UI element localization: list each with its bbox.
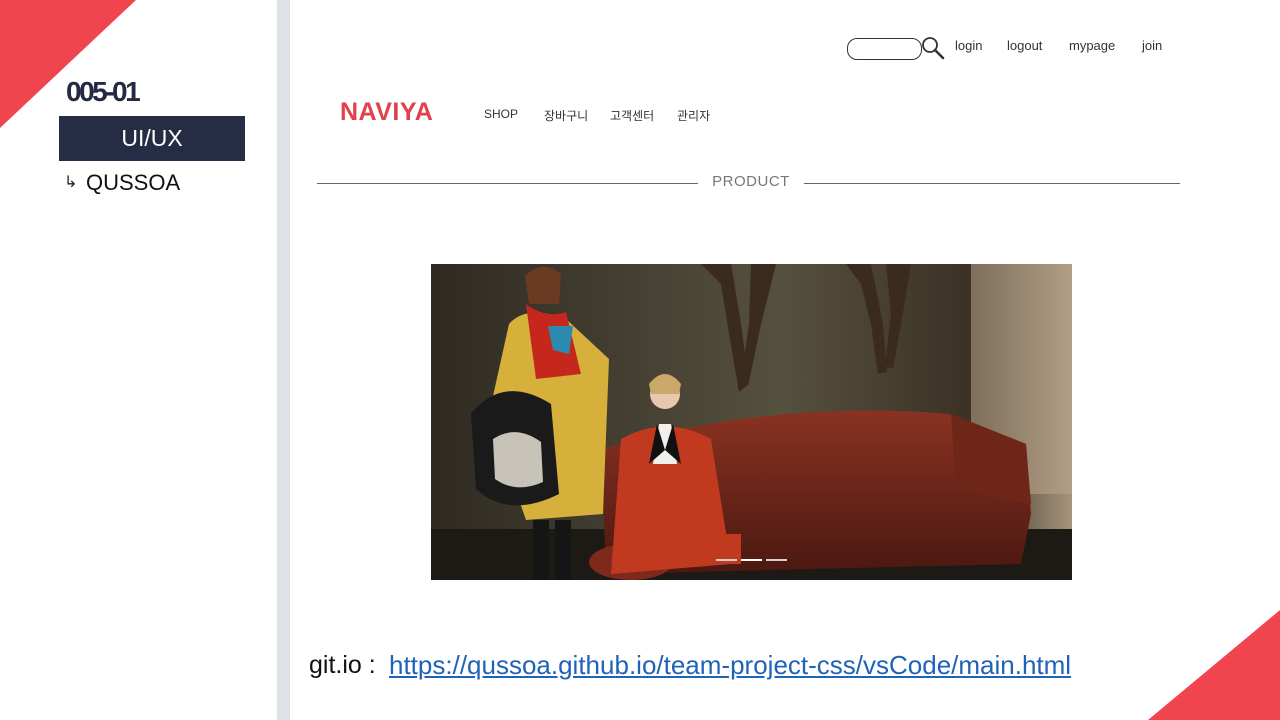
project-name: QUSSOA	[86, 170, 181, 195]
mypage-link[interactable]: mypage	[1069, 38, 1115, 53]
join-link[interactable]: join	[1142, 38, 1162, 53]
nav-item-shop[interactable]: SHOP	[484, 107, 518, 121]
corner-decoration-bottom-right	[1148, 610, 1280, 720]
corner-decoration-top-left	[0, 0, 136, 128]
vertical-divider	[277, 0, 290, 720]
login-link[interactable]: login	[955, 38, 982, 53]
nav-item-admin[interactable]: 관리자	[677, 107, 710, 124]
brand-logo[interactable]: NAVIYA	[340, 98, 433, 127]
sub-arrow-icon: ↳	[64, 174, 78, 191]
slider-dot-1[interactable]	[716, 559, 737, 561]
nav-item-customer-center[interactable]: 고객센터	[610, 107, 654, 124]
nav-item-cart[interactable]: 장바구니	[544, 107, 588, 124]
section-line-right	[804, 183, 1180, 184]
search-input[interactable]	[847, 38, 922, 60]
git-url-link[interactable]: https://qussoa.github.io/team-project-cs…	[389, 650, 1071, 681]
category-label: UI/UX	[121, 125, 183, 151]
product-banner-image	[431, 264, 1072, 580]
search-icon[interactable]	[921, 36, 945, 60]
section-line-left	[317, 183, 698, 184]
git-label: git.io :	[309, 651, 376, 679]
logout-link[interactable]: logout	[1007, 38, 1042, 53]
slide-id: 005-01	[66, 76, 141, 107]
category-box: UI/UX	[59, 116, 245, 161]
section-title: PRODUCT	[712, 173, 790, 190]
slider-dot-2-active[interactable]	[741, 559, 762, 561]
slider-dot-3[interactable]	[766, 559, 787, 561]
